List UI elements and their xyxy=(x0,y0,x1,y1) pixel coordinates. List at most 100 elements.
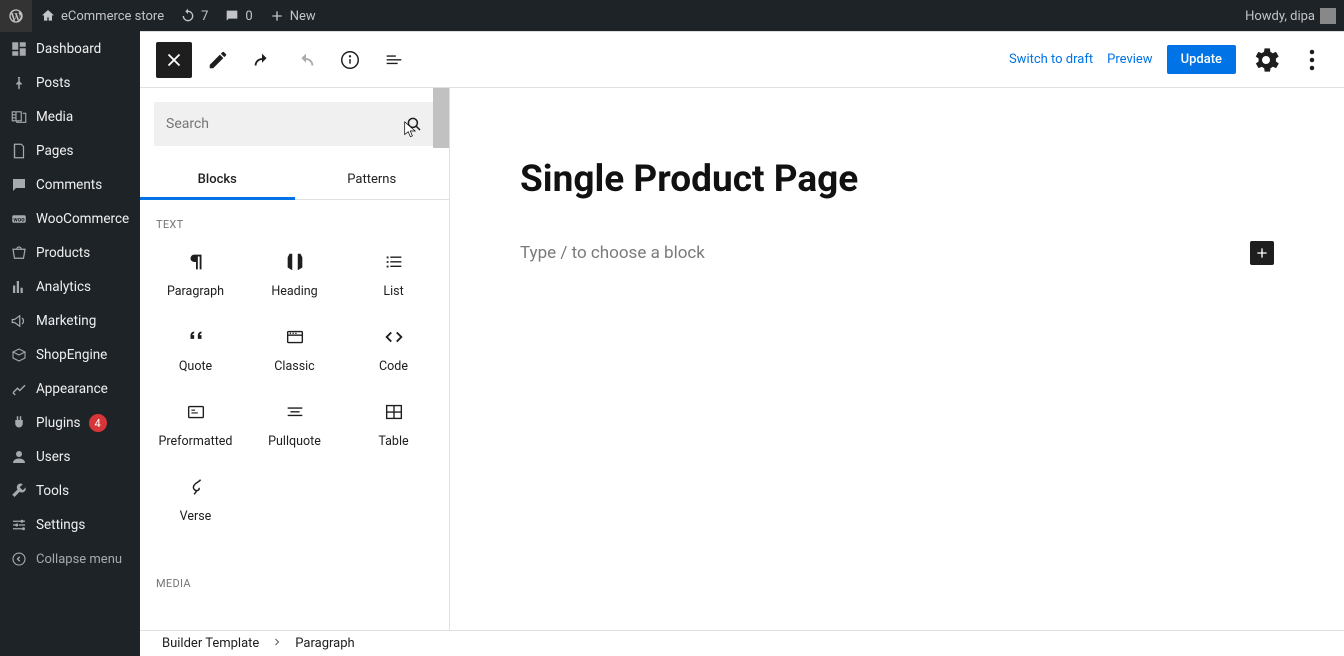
block-search-input[interactable] xyxy=(166,116,405,132)
comments-icon xyxy=(10,176,28,194)
sidebar-item-marketing[interactable]: Marketing xyxy=(0,304,140,338)
block-classic[interactable]: Classic xyxy=(247,314,342,385)
list-icon xyxy=(383,251,405,273)
preview-button[interactable]: Preview xyxy=(1107,52,1152,67)
shopengine-icon xyxy=(10,346,28,364)
comments[interactable]: 0 xyxy=(216,0,260,32)
section-label-media: MEDIA xyxy=(140,559,449,598)
undo-button[interactable] xyxy=(244,42,280,78)
block-search[interactable] xyxy=(154,102,435,146)
sidebar-item-label: Analytics xyxy=(36,279,91,295)
sidebar-item-label: Plugins xyxy=(36,415,81,431)
block-verse[interactable]: Verse xyxy=(148,464,243,535)
sidebar-item-label: Dashboard xyxy=(36,41,101,57)
plus-icon xyxy=(269,8,285,24)
users-icon xyxy=(10,448,28,466)
updates-count: 7 xyxy=(201,9,208,24)
sidebar-item-tools[interactable]: Tools xyxy=(0,474,140,508)
sidebar-item-posts[interactable]: Posts xyxy=(0,66,140,100)
comment-icon xyxy=(224,8,240,24)
wp-logo[interactable] xyxy=(0,0,32,32)
sidebar-item-collapse-menu[interactable]: Collapse menu xyxy=(0,542,140,576)
collapse-icon xyxy=(10,550,28,568)
switch-to-draft-button[interactable]: Switch to draft xyxy=(1009,52,1093,67)
sidebar-item-analytics[interactable]: Analytics xyxy=(0,270,140,304)
user-greeting[interactable]: Howdy, dipa xyxy=(1237,0,1344,32)
sidebar-item-settings[interactable]: Settings xyxy=(0,508,140,542)
undo-icon xyxy=(251,49,273,71)
kebab-icon xyxy=(1296,44,1328,76)
info-icon xyxy=(339,49,361,71)
block-paragraph[interactable]: Paragraph xyxy=(148,239,243,310)
redo-button[interactable] xyxy=(288,42,324,78)
breadcrumb-root[interactable]: Builder Template xyxy=(162,636,259,651)
sidebar-item-woocommerce[interactable]: woo WooCommerce xyxy=(0,202,140,236)
products-icon xyxy=(10,244,28,262)
site-home[interactable]: eCommerce store xyxy=(32,0,172,32)
close-icon xyxy=(163,49,185,71)
block-preformatted[interactable]: Preformatted xyxy=(148,389,243,460)
sidebar-item-label: Marketing xyxy=(36,313,96,329)
block-label: Pullquote xyxy=(268,434,321,449)
sidebar-item-media[interactable]: Media xyxy=(0,100,140,134)
sidebar-item-users[interactable]: Users xyxy=(0,440,140,474)
plugins-icon xyxy=(10,414,28,432)
info-button[interactable] xyxy=(332,42,368,78)
list-view-button[interactable] xyxy=(376,42,412,78)
block-inserter-panel: Blocks Patterns TEXTParagraphHeadingList… xyxy=(140,88,450,630)
editor-canvas[interactable]: Single Product Page Type / to choose a b… xyxy=(450,88,1344,630)
new-label: New xyxy=(290,9,316,24)
paragraph-icon xyxy=(185,251,207,273)
pencil-icon xyxy=(207,49,229,71)
sidebar-item-products[interactable]: Products xyxy=(0,236,140,270)
close-inserter-button[interactable] xyxy=(156,42,192,78)
options-button[interactable] xyxy=(1296,44,1328,76)
add-block-button[interactable] xyxy=(1250,241,1274,265)
block-placeholder[interactable]: Type / to choose a block xyxy=(520,243,705,263)
settings-button[interactable] xyxy=(1250,44,1282,76)
sidebar-item-appearance[interactable]: Appearance xyxy=(0,372,140,406)
sidebar-item-comments[interactable]: Comments xyxy=(0,168,140,202)
tab-patterns[interactable]: Patterns xyxy=(295,160,450,199)
breadcrumb-leaf[interactable]: Paragraph xyxy=(295,636,354,651)
pin-icon xyxy=(10,74,28,92)
editor-toolbar: Switch to draft Preview Update xyxy=(140,32,1344,88)
update-badge: 4 xyxy=(89,414,107,432)
sidebar-item-dashboard[interactable]: Dashboard xyxy=(0,32,140,66)
block-list[interactable]: List xyxy=(346,239,441,310)
update-button[interactable]: Update xyxy=(1167,45,1236,74)
block-pullquote[interactable]: Pullquote xyxy=(247,389,342,460)
sidebar-item-shopengine[interactable]: ShopEngine xyxy=(0,338,140,372)
sidebar-item-label: Appearance xyxy=(36,381,108,397)
updates[interactable]: 7 xyxy=(172,0,216,32)
appearance-icon xyxy=(10,380,28,398)
sidebar-item-label: WooCommerce xyxy=(36,211,129,227)
tab-blocks[interactable]: Blocks xyxy=(140,160,295,199)
pullquote-icon xyxy=(284,401,306,423)
block-label: Code xyxy=(379,359,408,374)
block-table[interactable]: Table xyxy=(346,389,441,460)
heading-icon xyxy=(284,251,306,273)
inserter-scrollbar-thumb[interactable] xyxy=(433,88,449,148)
block-code[interactable]: Code xyxy=(346,314,441,385)
block-label: Table xyxy=(378,434,408,449)
sidebar-item-label: Collapse menu xyxy=(36,552,122,567)
block-label: Quote xyxy=(179,359,212,374)
page-title[interactable]: Single Product Page xyxy=(520,158,1274,201)
refresh-icon xyxy=(180,8,196,24)
edit-tool-button[interactable] xyxy=(200,42,236,78)
sidebar-item-label: Products xyxy=(36,245,90,261)
woo-icon: woo xyxy=(10,210,28,228)
redo-icon xyxy=(295,49,317,71)
wp-logo-icon xyxy=(8,8,24,24)
site-name: eCommerce store xyxy=(61,9,164,24)
sidebar-item-pages[interactable]: Pages xyxy=(0,134,140,168)
sidebar-item-label: Tools xyxy=(36,483,69,499)
block-quote[interactable]: Quote xyxy=(148,314,243,385)
admin-sidebar: Dashboard PostsMediaPagesComments woo WooCo… xyxy=(0,32,140,656)
search-icon xyxy=(405,115,423,133)
new-content[interactable]: New xyxy=(261,0,324,32)
block-heading[interactable]: Heading xyxy=(247,239,342,310)
sidebar-item-plugins[interactable]: Plugins 4 xyxy=(0,406,140,440)
wp-admin-bar: eCommerce store 7 0 New Howdy, dipa xyxy=(0,0,1344,32)
